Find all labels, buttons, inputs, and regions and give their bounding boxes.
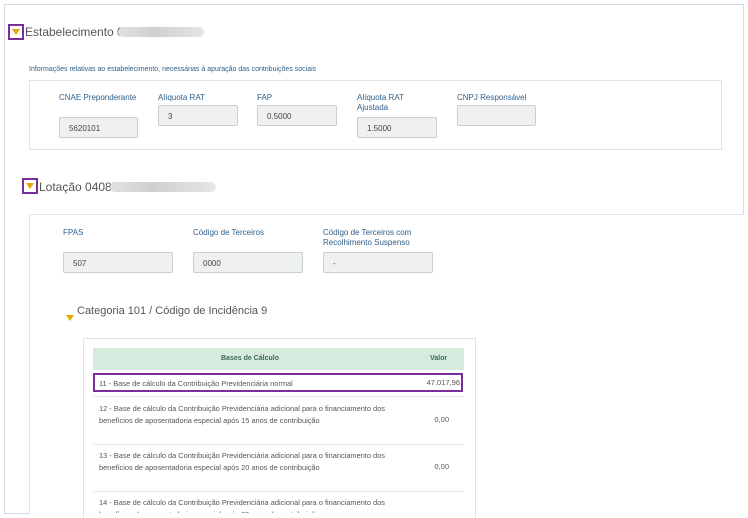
estabelecimento-info: Informações relativas ao estabelecimento…: [29, 66, 317, 73]
caret-down-icon: [12, 29, 20, 35]
fap-label: FAP: [257, 93, 273, 102]
fpas-label: FPAS: [63, 228, 84, 237]
categoria-title: Categoria 101 / Código de Incidência 9: [77, 305, 268, 317]
estabelecimento-title: Estabelecimento 04: [25, 25, 131, 39]
redacted-text: [118, 27, 204, 37]
row-divider: [93, 491, 464, 492]
aliquota-rat-label: Alíquota RAT: [158, 93, 205, 102]
codigo-terceiros-field[interactable]: 0000: [193, 252, 303, 273]
codigo-terceiros-label: Código de Terceiros: [193, 228, 265, 237]
cnae-field[interactable]: 5620101: [59, 117, 138, 138]
categoria-toggle[interactable]: [66, 308, 74, 326]
caret-down-icon: [26, 183, 34, 189]
row-divider: [93, 396, 464, 397]
table-row-value: 0,00: [434, 415, 449, 424]
redacted-text: [110, 182, 216, 192]
caret-down-icon: [66, 315, 74, 321]
table-row-text: 12 - Base de cálculo da Contribuição Pre…: [99, 404, 385, 425]
estabelecimento-toggle[interactable]: [8, 24, 24, 40]
fpas-field[interactable]: 507: [63, 252, 173, 273]
table-row-value: 0,00: [434, 462, 449, 471]
table-row-text: 13 - Base de cálculo da Contribuição Pre…: [99, 451, 385, 472]
aliquota-rat-ajustada-field[interactable]: 1.5000: [357, 117, 437, 138]
table-row-text: 14 - Base de cálculo da Contribuição Pre…: [99, 498, 385, 513]
estabelecimento-panel: [29, 80, 722, 150]
highlight-box: [93, 373, 463, 392]
fap-field[interactable]: 0.5000: [257, 105, 337, 126]
codigo-terceiros-suspenso-label: Código de Terceiros com Recolhimento Sus…: [323, 228, 412, 247]
cnpj-responsavel-label: CNPJ Responsável: [457, 93, 527, 102]
aliquota-rat-field[interactable]: 3: [158, 105, 238, 126]
codigo-terceiros-suspenso-field[interactable]: -: [323, 252, 433, 273]
lotacao-toggle[interactable]: [22, 178, 38, 194]
aliquota-rat-ajustada-label: Alíquota RAT Ajustada: [357, 93, 404, 112]
lotacao-title: Lotação 04087: [39, 180, 119, 194]
table-header: Bases de Cálculo Valor: [93, 348, 464, 370]
cnae-label: CNAE Preponderante: [59, 93, 137, 102]
row-divider: [93, 444, 464, 445]
col-bases-header: Bases de Cálculo: [221, 355, 279, 362]
col-valor-header: Valor: [430, 355, 448, 362]
cnpj-responsavel-field[interactable]: [457, 105, 536, 126]
